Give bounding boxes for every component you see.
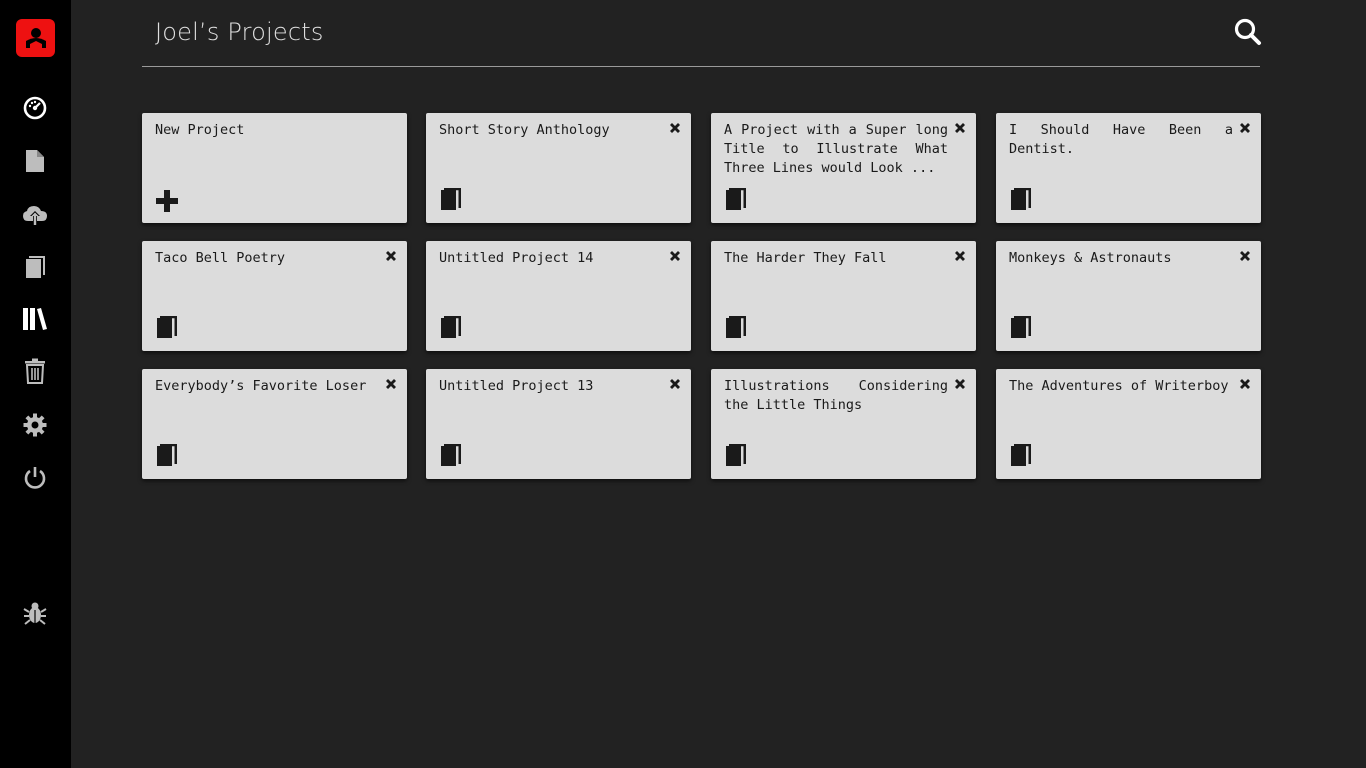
project-card[interactable]: The Adventures of Writerboy (996, 369, 1261, 479)
project-card[interactable]: Everybody’s Favorite Loser (142, 369, 407, 479)
nav-report-bug[interactable] (18, 596, 52, 630)
close-icon[interactable] (668, 121, 682, 135)
dashboard-icon (23, 96, 47, 120)
search-button[interactable] (1233, 17, 1263, 47)
close-icon[interactable] (668, 249, 682, 263)
close-icon[interactable] (1238, 249, 1252, 263)
book-icon (26, 256, 45, 278)
card-title: I Should Have Been a Dentist. (1009, 122, 1233, 157)
card-title: A Project with a Super long Title to Ill… (724, 122, 948, 176)
book-icon (1009, 443, 1033, 467)
card-title: New Project (155, 122, 245, 138)
card-title: Untitled Project 13 (439, 378, 594, 394)
close-icon[interactable] (953, 377, 967, 391)
book-icon (724, 443, 748, 467)
close-icon[interactable] (953, 121, 967, 135)
bug-icon (23, 602, 47, 625)
close-icon[interactable] (953, 249, 967, 263)
card-title: Everybody’s Favorite Loser (155, 378, 367, 394)
project-card[interactable]: The Harder They Fall (711, 241, 976, 351)
book-icon (439, 443, 463, 467)
close-icon[interactable] (668, 377, 682, 391)
nav-upload[interactable] (18, 198, 52, 232)
project-card[interactable]: Taco Bell Poetry (142, 241, 407, 351)
book-icon (439, 187, 463, 211)
card-title: Short Story Anthology (439, 122, 610, 138)
card-title: Taco Bell Poetry (155, 250, 286, 266)
power-icon (24, 467, 46, 489)
card-title: Monkeys & Astronauts (1009, 250, 1172, 266)
book-icon (439, 315, 463, 339)
card-title: The Adventures of Writerboy (1009, 378, 1229, 394)
reader-icon (25, 28, 46, 48)
project-card[interactable]: A Project with a Super long Title to Ill… (711, 113, 976, 223)
project-card[interactable]: Illustrations Considering the Little Thi… (711, 369, 976, 479)
close-icon[interactable] (1238, 377, 1252, 391)
project-card[interactable]: Monkeys & Astronauts (996, 241, 1261, 351)
close-icon[interactable] (384, 249, 398, 263)
page-title: Joel’s Projects (155, 18, 324, 46)
card-title: Untitled Project 14 (439, 250, 594, 266)
card-title: The Harder They Fall (724, 250, 887, 266)
project-card[interactable]: I Should Have Been a Dentist. (996, 113, 1261, 223)
project-card[interactable]: Untitled Project 14 (426, 241, 691, 351)
search-icon (1234, 18, 1261, 45)
nav-dashboard[interactable] (18, 91, 52, 125)
card-title: Illustrations Considering the Little Thi… (724, 378, 948, 413)
file-icon (26, 150, 44, 172)
book-icon (1009, 187, 1033, 211)
close-icon[interactable] (384, 377, 398, 391)
header-divider (142, 66, 1260, 67)
nav-settings[interactable] (18, 408, 52, 442)
book-icon (724, 315, 748, 339)
plus-icon (155, 189, 179, 213)
project-card[interactable]: Short Story Anthology (426, 113, 691, 223)
sidebar (0, 0, 71, 768)
nav-trash[interactable] (18, 354, 52, 388)
book-icon (1009, 315, 1033, 339)
close-icon[interactable] (1238, 121, 1252, 135)
nav-books[interactable] (18, 250, 52, 284)
library-icon (23, 308, 47, 330)
nav-power[interactable] (18, 461, 52, 495)
nav-document[interactable] (18, 144, 52, 178)
gear-icon (23, 413, 47, 437)
book-icon (155, 443, 179, 467)
cloud-upload-icon (23, 206, 47, 225)
new-project-card[interactable]: New Project (142, 113, 407, 223)
nav-library[interactable] (18, 302, 52, 336)
app-logo[interactable] (16, 19, 55, 57)
trash-icon (25, 358, 45, 384)
book-icon (724, 187, 748, 211)
project-card[interactable]: Untitled Project 13 (426, 369, 691, 479)
book-icon (155, 315, 179, 339)
